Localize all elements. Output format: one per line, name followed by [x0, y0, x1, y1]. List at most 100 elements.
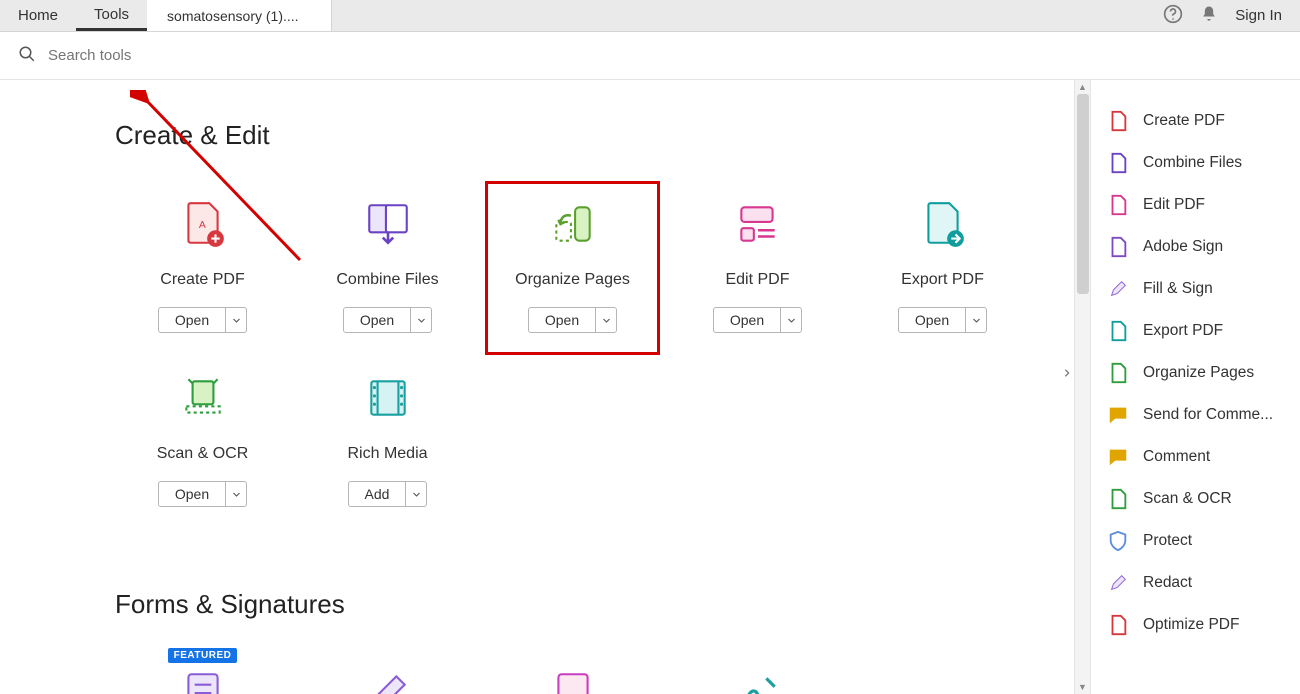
sidebar-item-send-for-comments[interactable]: Send for Comme...	[1091, 394, 1300, 436]
add-button[interactable]: Add	[349, 482, 407, 506]
sidebar-item-label: Combine Files	[1143, 154, 1242, 172]
tool-adobe-sign[interactable]	[670, 650, 845, 694]
tool-label: Organize Pages	[515, 271, 630, 289]
tool-scan-ocr[interactable]: Scan & OCR Open	[115, 355, 290, 529]
optimize-pdf-icon	[1107, 614, 1129, 636]
sidebar-item-label: Optimize PDF	[1143, 616, 1239, 634]
sidebar-item-create-pdf[interactable]: Create PDF	[1091, 100, 1300, 142]
notifications-icon[interactable]	[1199, 4, 1219, 27]
open-button[interactable]: Open	[344, 308, 411, 332]
open-dropdown[interactable]	[226, 308, 246, 332]
sidebar-item-combine-files[interactable]: Combine Files	[1091, 142, 1300, 184]
open-button[interactable]: Open	[899, 308, 966, 332]
tab-home[interactable]: Home	[0, 0, 76, 31]
tab-document[interactable]: somatosensory (1)....	[147, 0, 332, 31]
sidebar-item-label: Send for Comme...	[1143, 406, 1273, 424]
help-icon[interactable]	[1163, 4, 1183, 27]
tool-export-pdf[interactable]: Export PDF Open	[855, 181, 1030, 355]
certificate-icon	[545, 668, 601, 694]
open-button[interactable]: Open	[714, 308, 781, 332]
open-dropdown[interactable]	[781, 308, 801, 332]
fill-sign-icon	[1107, 278, 1129, 300]
sidebar-item-scan-ocr[interactable]: Scan & OCR	[1091, 478, 1300, 520]
adobe-sign-icon	[1107, 236, 1129, 258]
tool-label: Rich Media	[347, 445, 427, 463]
create-pdf-icon	[175, 199, 231, 249]
sidebar-item-optimize-pdf[interactable]: Optimize PDF	[1091, 604, 1300, 646]
tool-organize-pages[interactable]: Organize Pages Open	[485, 181, 660, 355]
search-input[interactable]	[46, 46, 346, 65]
sidebar-item-organize-pages[interactable]: Organize Pages	[1091, 352, 1300, 394]
open-split-button[interactable]: Open	[898, 307, 987, 333]
send-comment-icon	[1107, 404, 1129, 426]
tool-create-pdf[interactable]: Create PDF Open	[115, 181, 290, 355]
tool-certificates[interactable]	[485, 650, 660, 694]
sidebar-item-label: Adobe Sign	[1143, 238, 1223, 256]
open-split-button[interactable]: Open	[158, 481, 247, 507]
top-bar: Home Tools somatosensory (1).... Sign In	[0, 0, 1300, 32]
combine-files-icon	[360, 199, 416, 249]
open-dropdown[interactable]	[411, 308, 431, 332]
redact-icon	[1107, 572, 1129, 594]
tool-edit-pdf[interactable]: Edit PDF Open	[670, 181, 845, 355]
tool-label: Edit PDF	[725, 271, 789, 289]
open-split-button[interactable]: Open	[528, 307, 617, 333]
section-title-create-edit: Create & Edit	[115, 120, 1090, 151]
organize-pages-icon	[1107, 362, 1129, 384]
sidebar-item-redact[interactable]: Redact	[1091, 562, 1300, 604]
tool-fill-sign[interactable]	[300, 650, 475, 694]
pen-icon	[360, 668, 416, 694]
sidebar-item-label: Comment	[1143, 448, 1210, 466]
scroll-thumb[interactable]	[1077, 94, 1089, 294]
section-title-forms: Forms & Signatures	[115, 589, 1090, 620]
sidebar-item-adobe-sign[interactable]: Adobe Sign	[1091, 226, 1300, 268]
scan-ocr-icon	[1107, 488, 1129, 510]
sidebar-item-label: Create PDF	[1143, 112, 1225, 130]
search-bar	[0, 32, 1300, 80]
sidebar-item-fill-sign[interactable]: Fill & Sign	[1091, 268, 1300, 310]
open-button[interactable]: Open	[159, 482, 226, 506]
sidebar-item-label: Export PDF	[1143, 322, 1223, 340]
tool-grid-forms: FEATURED	[115, 650, 1090, 694]
sign-in-link[interactable]: Sign In	[1235, 7, 1282, 24]
featured-badge: FEATURED	[168, 648, 238, 663]
sidebar-item-protect[interactable]: Protect	[1091, 520, 1300, 562]
open-split-button[interactable]: Open	[158, 307, 247, 333]
tool-label: Export PDF	[901, 271, 984, 289]
protect-icon	[1107, 530, 1129, 552]
open-dropdown[interactable]	[226, 482, 246, 506]
tool-grid-create-edit: Create PDF Open Combine Files Open	[115, 181, 1090, 529]
scroll-down-icon[interactable]: ▼	[1075, 680, 1090, 694]
add-split-button[interactable]: Add	[348, 481, 428, 507]
scan-ocr-icon	[175, 373, 231, 423]
main-pane: Create & Edit Create PDF Open Combine Fi…	[0, 80, 1090, 694]
export-pdf-icon	[1107, 320, 1129, 342]
tool-rich-media[interactable]: Rich Media Add	[300, 355, 475, 529]
right-tools-panel: Create PDF Combine Files Edit PDF Adobe …	[1090, 80, 1300, 694]
open-dropdown[interactable]	[596, 308, 616, 332]
export-pdf-icon	[915, 199, 971, 249]
vertical-scrollbar[interactable]: ▲ ▼	[1074, 80, 1090, 694]
open-dropdown[interactable]	[966, 308, 986, 332]
tool-prepare-form[interactable]: FEATURED	[115, 650, 290, 694]
sidebar-item-export-pdf[interactable]: Export PDF	[1091, 310, 1300, 352]
combine-files-icon	[1107, 152, 1129, 174]
sidebar-item-label: Edit PDF	[1143, 196, 1205, 214]
edit-pdf-icon	[1107, 194, 1129, 216]
open-split-button[interactable]: Open	[713, 307, 802, 333]
open-button[interactable]: Open	[159, 308, 226, 332]
open-button[interactable]: Open	[529, 308, 596, 332]
open-split-button[interactable]: Open	[343, 307, 432, 333]
tab-tools[interactable]: Tools	[76, 0, 147, 31]
collapse-right-panel[interactable]	[1060, 360, 1074, 386]
add-dropdown[interactable]	[406, 482, 426, 506]
sidebar-item-edit-pdf[interactable]: Edit PDF	[1091, 184, 1300, 226]
sidebar-item-label: Redact	[1143, 574, 1192, 592]
scroll-up-icon[interactable]: ▲	[1075, 80, 1090, 94]
create-pdf-icon	[1107, 110, 1129, 132]
sidebar-item-label: Organize Pages	[1143, 364, 1254, 382]
tool-label: Combine Files	[336, 271, 438, 289]
sidebar-item-label: Fill & Sign	[1143, 280, 1213, 298]
tool-combine-files[interactable]: Combine Files Open	[300, 181, 475, 355]
sidebar-item-comment[interactable]: Comment	[1091, 436, 1300, 478]
